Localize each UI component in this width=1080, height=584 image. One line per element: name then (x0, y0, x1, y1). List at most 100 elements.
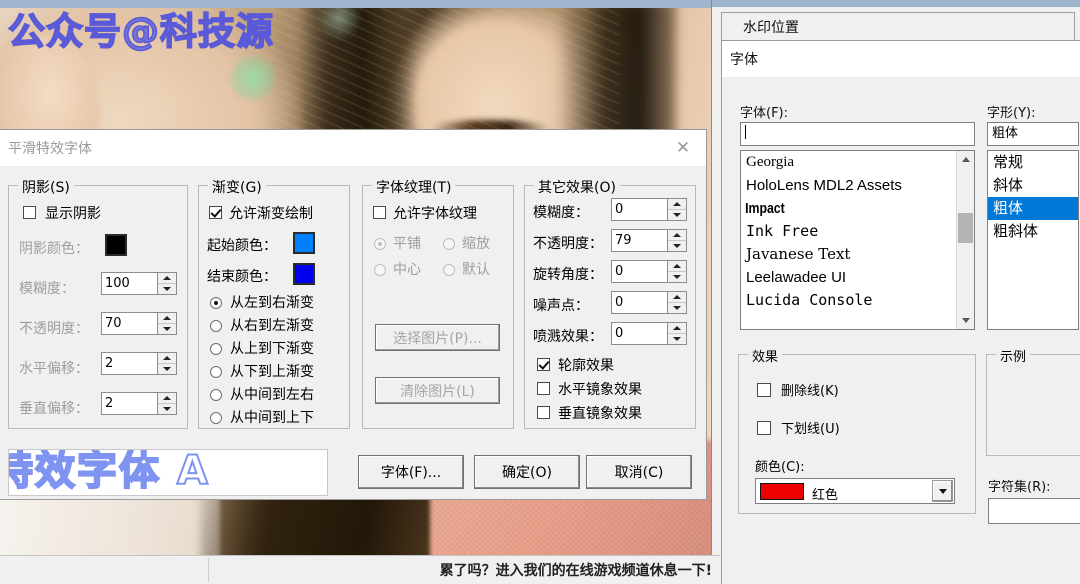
fx-splatter-spinner[interactable]: 0 (611, 322, 687, 345)
status-bar-separator (208, 558, 209, 582)
stepper-down-icon[interactable] (668, 210, 686, 220)
stepper-down-icon[interactable] (158, 324, 176, 334)
shadow-blur-input[interactable]: 100 (101, 272, 157, 295)
show-shadow-checkbox[interactable] (23, 206, 36, 219)
gradient-option-radio-1[interactable] (210, 320, 222, 332)
stepper-down-icon[interactable] (158, 284, 176, 294)
font-dialog: 字体 字体(F): Georgia HoloLens MDL2 Assets I… (722, 41, 1080, 584)
fx-blur-stepper[interactable] (667, 198, 687, 221)
ok-button[interactable]: 确定(O) (474, 455, 580, 489)
enable-texture-checkbox[interactable] (373, 206, 386, 219)
fx-blur-input[interactable]: 0 (611, 198, 667, 221)
mirror-horizontal-checkbox[interactable] (537, 382, 550, 395)
fx-blur-spinner[interactable]: 0 (611, 198, 687, 221)
list-item[interactable]: 粗斜体 (988, 220, 1078, 243)
strikeout-checkbox[interactable] (757, 383, 771, 397)
list-item[interactable]: Lucida Console (741, 289, 974, 312)
close-icon[interactable]: ✕ (660, 130, 706, 166)
stepper-down-icon[interactable] (668, 272, 686, 282)
list-item[interactable]: Georgia (741, 151, 974, 174)
stepper-down-icon[interactable] (668, 241, 686, 251)
list-item[interactable]: Leelawadee UI (741, 266, 974, 289)
texture-option-radio-1[interactable] (443, 238, 455, 250)
list-item[interactable]: 粗体 (988, 197, 1078, 220)
shadow-opacity-spinner[interactable]: 70 (101, 312, 177, 335)
stepper-up-icon[interactable] (668, 323, 686, 334)
font-color-combo[interactable]: 红色 (755, 478, 955, 504)
list-item[interactable]: HoloLens MDL2 Assets (741, 174, 974, 197)
fx-opacity-stepper[interactable] (667, 229, 687, 252)
font-dialog-titlebar[interactable]: 字体 (722, 41, 1080, 78)
shadow-offset-y-spinner[interactable]: 2 (101, 392, 177, 415)
mirror-vertical-checkbox[interactable] (537, 406, 550, 419)
list-item[interactable]: 常规 (988, 151, 1078, 174)
stepper-up-icon[interactable] (668, 292, 686, 303)
fx-splatter-input[interactable]: 0 (611, 322, 667, 345)
stepper-up-icon[interactable] (158, 353, 176, 364)
scroll-down-icon[interactable] (957, 312, 974, 329)
shadow-opacity-stepper[interactable] (157, 312, 177, 335)
shadow-offset-y-input[interactable]: 2 (101, 392, 157, 415)
shadow-blur-stepper[interactable] (157, 272, 177, 295)
fx-opacity-spinner[interactable]: 79 (611, 229, 687, 252)
stepper-up-icon[interactable] (668, 261, 686, 272)
fx-rotate-spinner[interactable]: 0 (611, 260, 687, 283)
effect-font-dialog-titlebar[interactable]: 平滑特效字体 ✕ (0, 130, 706, 167)
gradient-option-radio-3[interactable] (210, 366, 222, 378)
fx-rotate-input[interactable]: 0 (611, 260, 667, 283)
shadow-offset-x-stepper[interactable] (157, 352, 177, 375)
stepper-down-icon[interactable] (158, 364, 176, 374)
font-script-combo[interactable] (988, 498, 1080, 524)
clear-image-button[interactable]: 清除图片(L) (375, 377, 500, 404)
fx-opacity-input[interactable]: 79 (611, 229, 667, 252)
font-style-input[interactable]: 粗体 (987, 122, 1079, 146)
fx-noise-spinner[interactable]: 0 (611, 291, 687, 314)
cancel-button[interactable]: 取消(C) (586, 455, 692, 489)
gradient-option-radio-0[interactable] (210, 297, 222, 309)
stepper-up-icon[interactable] (668, 230, 686, 241)
list-item[interactable]: Impact (741, 197, 932, 220)
gradient-option-radio-4[interactable] (210, 389, 222, 401)
outline-effect-checkbox[interactable] (537, 358, 550, 371)
list-item[interactable]: Ink Free (741, 220, 974, 243)
list-item[interactable]: Javanese Text (741, 243, 974, 266)
scrollbar-thumb[interactable] (958, 213, 973, 243)
shadow-opacity-input[interactable]: 70 (101, 312, 157, 335)
list-item[interactable]: 斜体 (988, 174, 1078, 197)
scroll-up-icon[interactable] (957, 151, 974, 168)
texture-option-radio-2[interactable] (374, 264, 386, 276)
stepper-up-icon[interactable] (158, 273, 176, 284)
gradient-option-radio-2[interactable] (210, 343, 222, 355)
gradient-option-label-1: 从右到左渐变 (230, 315, 314, 335)
shadow-offset-x-input[interactable]: 2 (101, 352, 157, 375)
fx-splatter-stepper[interactable] (667, 322, 687, 345)
enable-gradient-checkbox[interactable] (209, 206, 222, 219)
stepper-up-icon[interactable] (158, 313, 176, 324)
shadow-offset-y-stepper[interactable] (157, 392, 177, 415)
fx-noise-input[interactable]: 0 (611, 291, 667, 314)
font-name-list[interactable]: Georgia HoloLens MDL2 Assets Impact Ink … (740, 150, 975, 330)
font-list-scrollbar[interactable] (956, 151, 974, 329)
shadow-offset-x-spinner[interactable]: 2 (101, 352, 177, 375)
stepper-up-icon[interactable] (668, 199, 686, 210)
stepper-down-icon[interactable] (668, 303, 686, 313)
stepper-down-icon[interactable] (668, 334, 686, 344)
gradient-end-color-swatch[interactable] (293, 263, 315, 285)
font-style-label: 字形(Y): (987, 102, 1035, 121)
font-style-list[interactable]: 常规 斜体 粗体 粗斜体 (987, 150, 1079, 330)
fx-noise-stepper[interactable] (667, 291, 687, 314)
chevron-down-icon[interactable] (932, 480, 953, 502)
gradient-start-color-swatch[interactable] (293, 232, 315, 254)
shadow-color-swatch[interactable] (105, 234, 127, 256)
fx-rotate-stepper[interactable] (667, 260, 687, 283)
stepper-up-icon[interactable] (158, 393, 176, 404)
texture-option-radio-0[interactable] (374, 238, 386, 250)
shadow-blur-spinner[interactable]: 100 (101, 272, 177, 295)
select-image-button[interactable]: 选择图片(P)... (375, 324, 500, 351)
font-button[interactable]: 字体(F)... (358, 455, 464, 489)
texture-option-radio-3[interactable] (443, 264, 455, 276)
gradient-option-radio-5[interactable] (210, 412, 222, 424)
stepper-down-icon[interactable] (158, 404, 176, 414)
font-name-input[interactable] (740, 122, 975, 146)
underline-checkbox[interactable] (757, 421, 771, 435)
